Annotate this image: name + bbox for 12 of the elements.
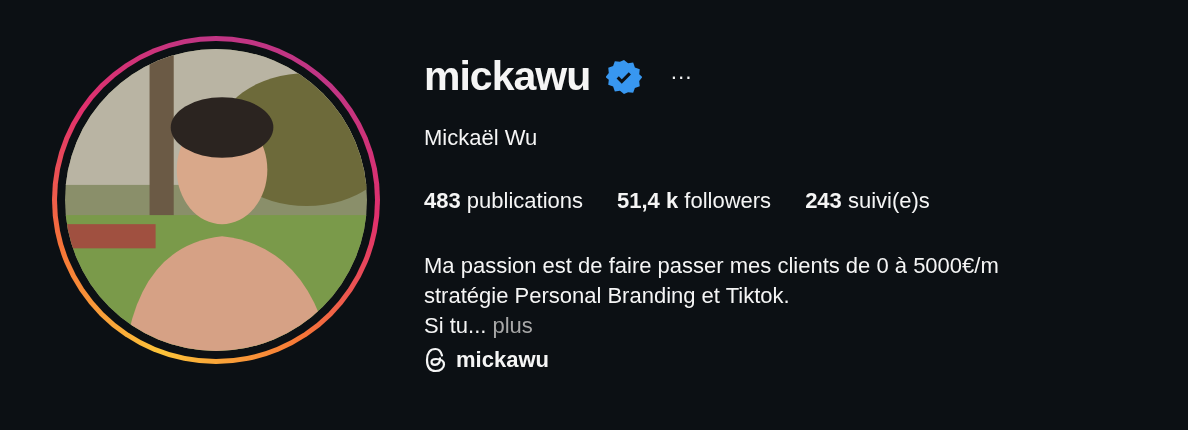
more-link[interactable]: plus (492, 311, 533, 341)
bio-text: stratégie Personal Branding et Tiktok. (424, 283, 790, 308)
bio-text: Si tu... (424, 313, 487, 338)
full-name: Mickaël Wu (424, 124, 538, 152)
bio-text: Ma passion est de faire passer mes clients de 0 à 5000€/m (424, 253, 999, 278)
stat-link[interactable]: 51,4 k followers (617, 184, 772, 217)
threads-link[interactable]: mickawu (456, 343, 549, 376)
stat-link[interactable]: 483 publications (424, 184, 584, 217)
threads-icon (424, 346, 448, 373)
username: mickawu (424, 56, 591, 97)
more-options-button[interactable]: ··· (666, 65, 697, 88)
stat-link[interactable]: 243 suivi(e)s (805, 184, 930, 217)
